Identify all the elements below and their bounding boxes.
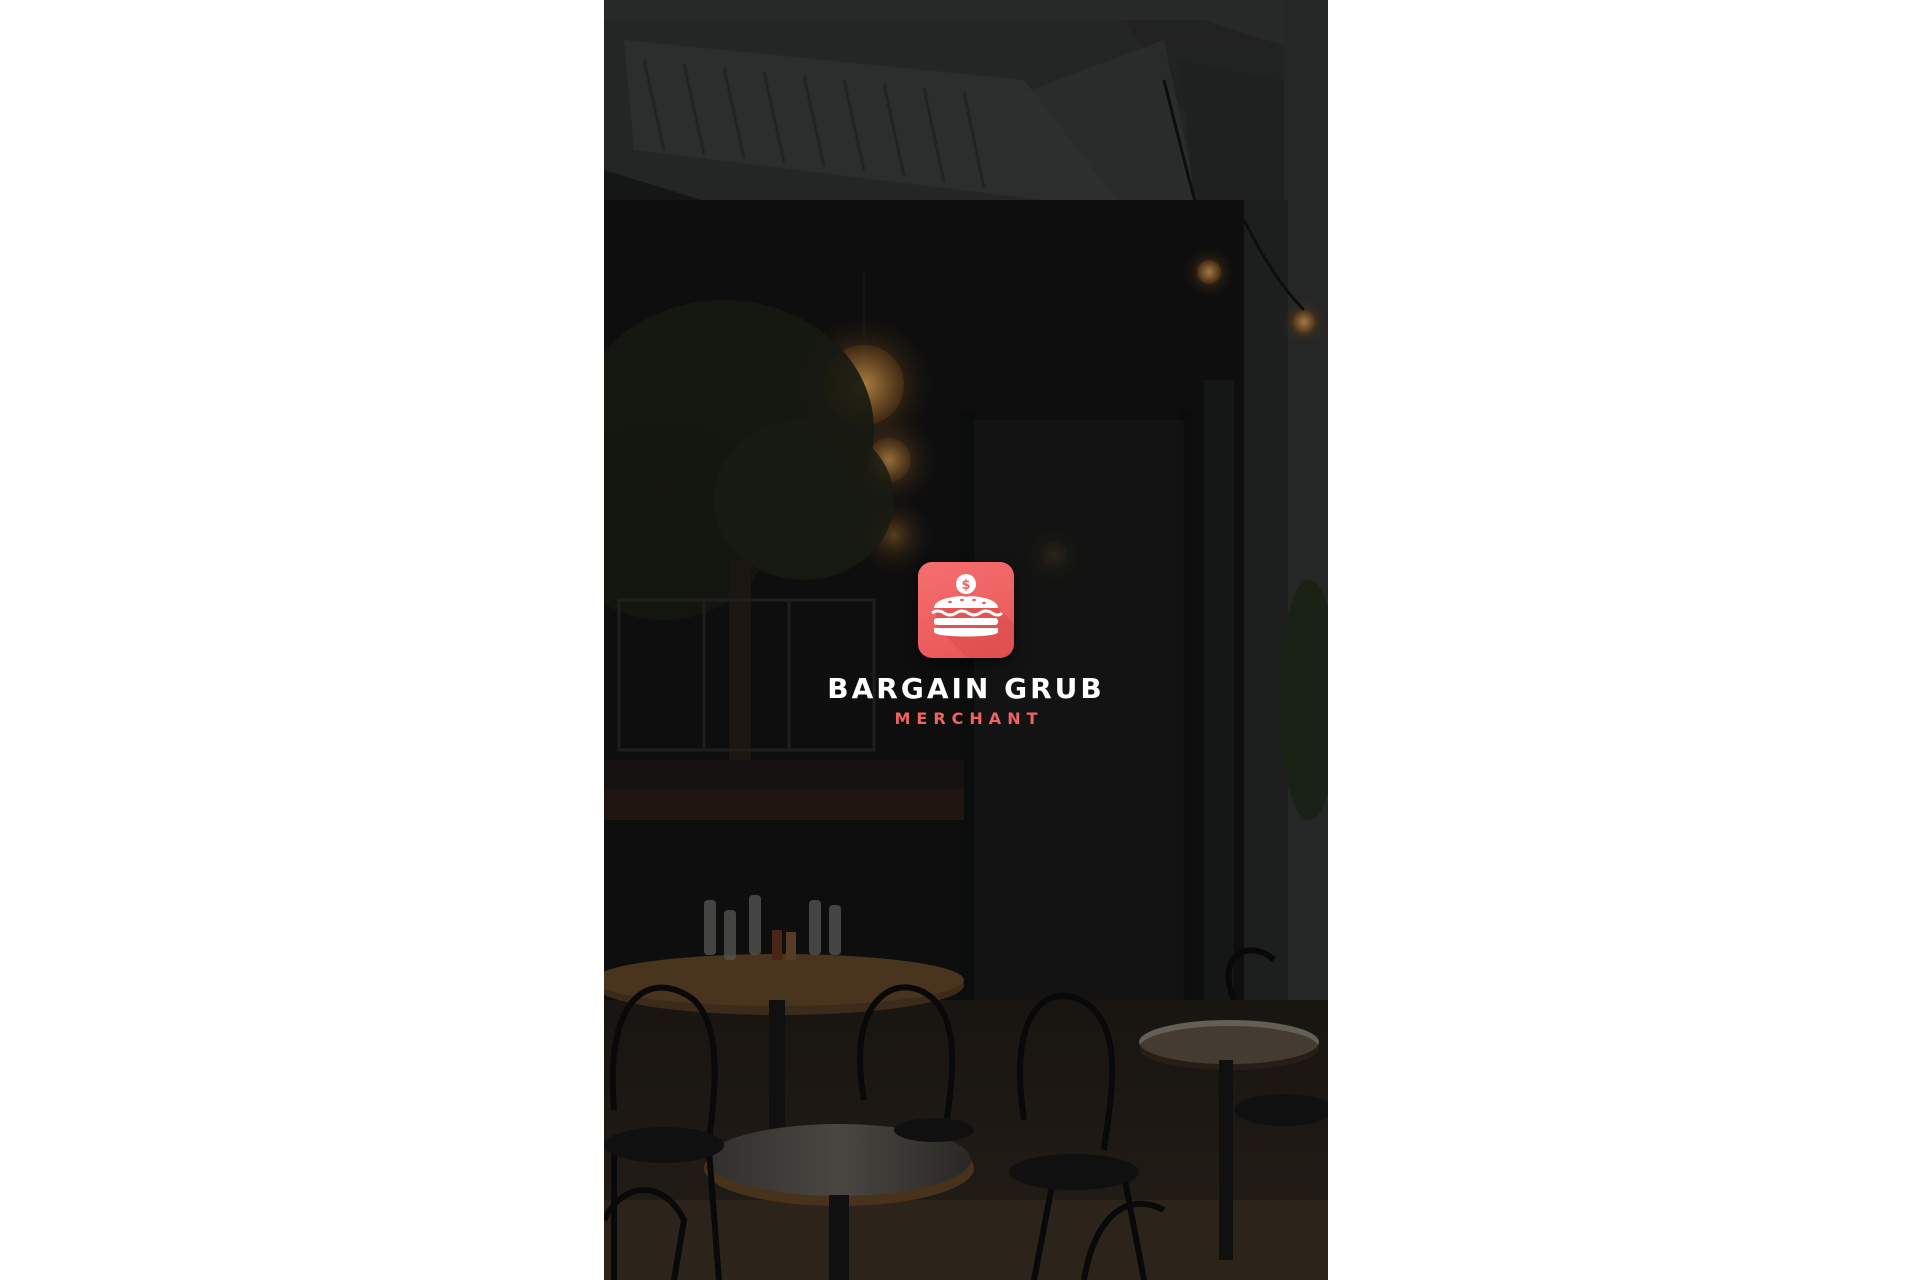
app-name: BARGAIN GRUB [827, 672, 1105, 705]
splash-screen: $ BARGAIN GRUB MERCHANT [604, 0, 1328, 1280]
coin-symbol: $ [961, 578, 970, 593]
brand-logo-group: $ BARGAIN GRUB MERCHANT [604, 562, 1328, 730]
page: $ BARGAIN GRUB MERCHANT [0, 0, 1920, 1280]
app-subtitle: MERCHANT [894, 709, 1044, 728]
app-logo-tile: $ [918, 562, 1014, 658]
burger-dollar-icon: $ [931, 574, 1014, 658]
